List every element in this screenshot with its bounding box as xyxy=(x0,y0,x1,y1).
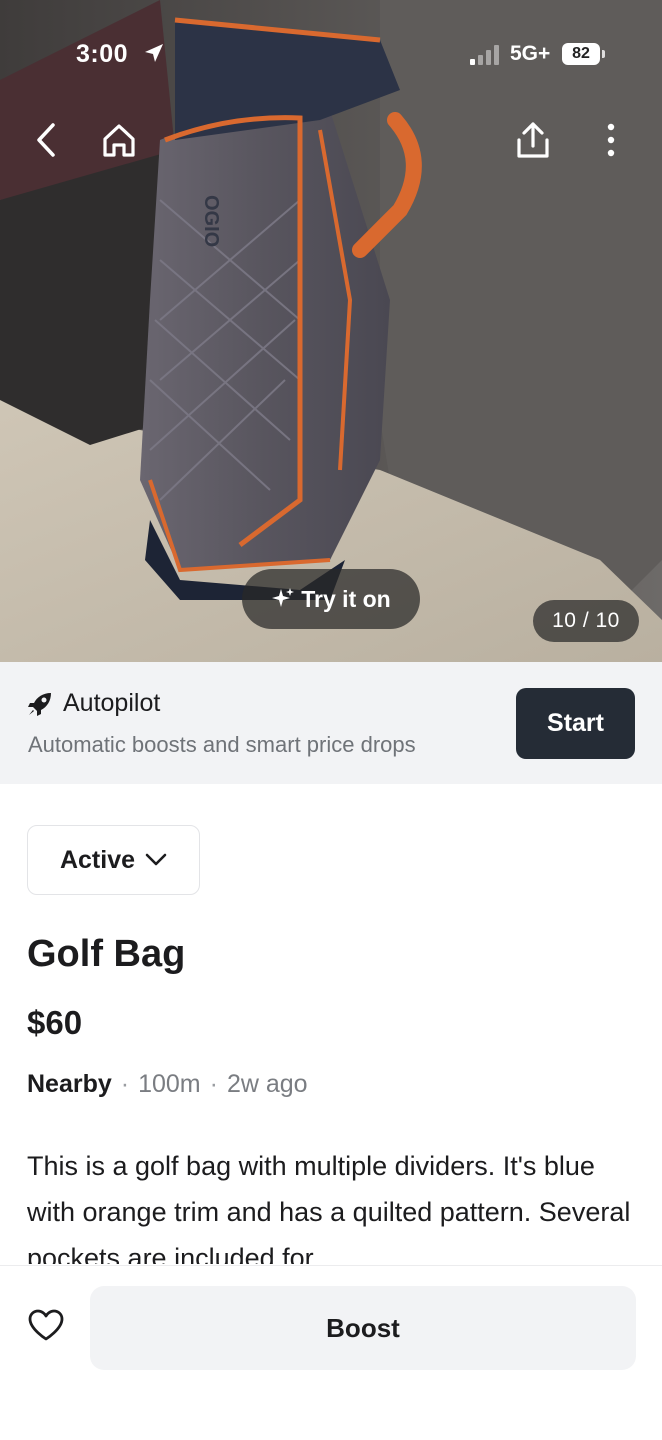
meta-separator: · xyxy=(120,1070,130,1098)
listing-title: Golf Bag xyxy=(27,933,186,975)
share-button[interactable] xyxy=(512,118,554,162)
status-bar: 3:00 5G+ 82 xyxy=(0,0,662,100)
home-icon xyxy=(103,124,135,157)
autopilot-title-row: Autopilot xyxy=(27,689,160,718)
chevron-down-icon xyxy=(145,853,167,866)
favorite-button[interactable] xyxy=(27,1308,65,1347)
autopilot-subtitle: Automatic boosts and smart price drops xyxy=(28,732,416,757)
boost-button[interactable]: Boost xyxy=(90,1286,636,1370)
listing-photo[interactable]: OGIO 3:00 5G+ 82 Try it on 10 / 10 xyxy=(0,0,662,662)
listing-distance: 100m xyxy=(138,1070,201,1098)
heart-icon xyxy=(28,1309,64,1341)
share-icon xyxy=(517,122,549,158)
listing-description-container: This is a golf bag with multiple divider… xyxy=(27,1143,637,1264)
listing-status-dropdown[interactable]: Active xyxy=(27,825,200,895)
listing-price: $60 xyxy=(27,1004,83,1041)
signal-icon xyxy=(470,45,499,65)
photo-counter: 10 / 10 xyxy=(533,600,639,642)
battery-tip xyxy=(602,50,605,58)
autopilot-banner: Autopilot Automatic boosts and smart pri… xyxy=(0,662,662,784)
listing-description: This is a golf bag with multiple divider… xyxy=(27,1151,631,1264)
chevron-left-icon xyxy=(37,123,55,157)
listing-status-label: Active xyxy=(59,845,136,874)
listing-meta: Nearby · 100m · 2w ago xyxy=(27,1070,308,1099)
svg-text:OGIO: OGIO xyxy=(200,195,222,247)
listing-age: 2w ago xyxy=(226,1070,308,1098)
location-arrow-icon xyxy=(145,44,163,62)
status-time: 3:00 xyxy=(76,40,129,68)
autopilot-title: Autopilot xyxy=(63,689,161,717)
network-type: 5G+ xyxy=(510,42,551,65)
back-button[interactable] xyxy=(28,120,64,160)
sparkle-icon xyxy=(272,588,295,607)
home-button[interactable] xyxy=(98,118,140,162)
autopilot-start-button[interactable]: Start xyxy=(516,688,635,759)
rocket-icon xyxy=(28,692,51,716)
listing-location: Nearby xyxy=(27,1070,112,1098)
try-it-on-label: Try it on xyxy=(301,585,391,612)
try-it-on-button[interactable]: Try it on xyxy=(242,569,420,629)
more-vertical-icon xyxy=(607,123,615,157)
more-button[interactable] xyxy=(596,118,626,162)
battery-indicator: 82 xyxy=(562,43,600,65)
meta-separator: · xyxy=(209,1070,218,1098)
